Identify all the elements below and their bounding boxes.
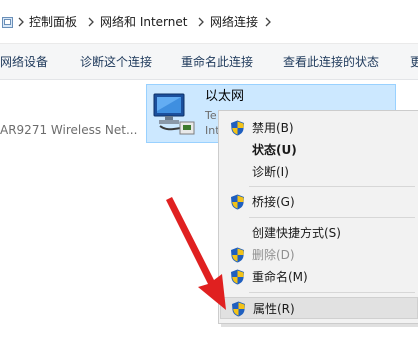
chevron-right-icon[interactable]	[17, 16, 25, 28]
ethernet-adapter-name: 以太网	[205, 89, 245, 104]
uac-shield-icon	[231, 120, 244, 136]
menu-item-label: 重命名(M)	[252, 270, 308, 284]
menu-separator	[249, 217, 415, 218]
menu-item-label: 属性(R)	[253, 302, 295, 316]
ethernet-adapter-status: Te	[205, 109, 217, 122]
menu-item-diagnose[interactable]: 诊断(I)	[220, 161, 418, 183]
folder-icon	[2, 17, 13, 28]
menu-item-label: 删除(D)	[252, 248, 295, 262]
toolbar-more[interactable]: 更	[410, 55, 418, 69]
wireless-adapter-label[interactable]: AR9271 Wireless Net...	[0, 123, 137, 137]
menu-separator	[249, 186, 415, 187]
command-toolbar: 网络设备 诊断这个连接 重命名此连接 查看此连接的状态 更	[0, 44, 418, 80]
address-bar[interactable]: 控制面板 网络和 Internet 网络连接	[0, 0, 418, 44]
toolbar-rename[interactable]: 重命名此连接	[181, 55, 253, 69]
chevron-right-icon[interactable]	[264, 16, 272, 28]
chevron-right-icon[interactable]	[197, 16, 205, 28]
toolbar-network-devices[interactable]: 网络设备	[0, 55, 48, 69]
menu-item-bridge[interactable]: 桥接(G)	[220, 191, 418, 213]
toolbar-view-status[interactable]: 查看此连接的状态	[283, 55, 379, 69]
menu-item-label: 桥接(G)	[252, 195, 295, 209]
chevron-right-icon[interactable]	[87, 16, 95, 28]
red-arrow	[166, 197, 226, 310]
menu-item-disable[interactable]: 禁用(B)	[220, 117, 418, 139]
menu-item-label: 状态(U)	[252, 143, 297, 157]
breadcrumb-control-panel[interactable]: 控制面板	[29, 15, 77, 29]
breadcrumb-network-connections[interactable]: 网络连接	[210, 15, 258, 29]
menu-item-status[interactable]: 状态(U)	[220, 139, 418, 161]
menu-item-label: 创建快捷方式(S)	[252, 226, 341, 240]
menu-item-properties[interactable]: 属性(R)	[220, 297, 418, 319]
menu-separator	[249, 292, 415, 293]
menu-item-rename[interactable]: 重命名(M)	[220, 266, 418, 288]
toolbar-diagnose[interactable]: 诊断这个连接	[80, 55, 152, 69]
menu-item-label: 禁用(B)	[252, 121, 294, 135]
context-menu: 禁用(B) 状态(U) 诊断(I) 桥接(G) 创建快捷方式(S) 删除(D)	[218, 110, 418, 324]
menu-item-label: 诊断(I)	[252, 165, 289, 179]
network-adapter-icon	[153, 93, 195, 135]
menu-item-delete: 删除(D)	[220, 244, 418, 266]
breadcrumb-network-internet[interactable]: 网络和 Internet	[100, 15, 187, 29]
menu-item-create-shortcut[interactable]: 创建快捷方式(S)	[220, 222, 418, 244]
